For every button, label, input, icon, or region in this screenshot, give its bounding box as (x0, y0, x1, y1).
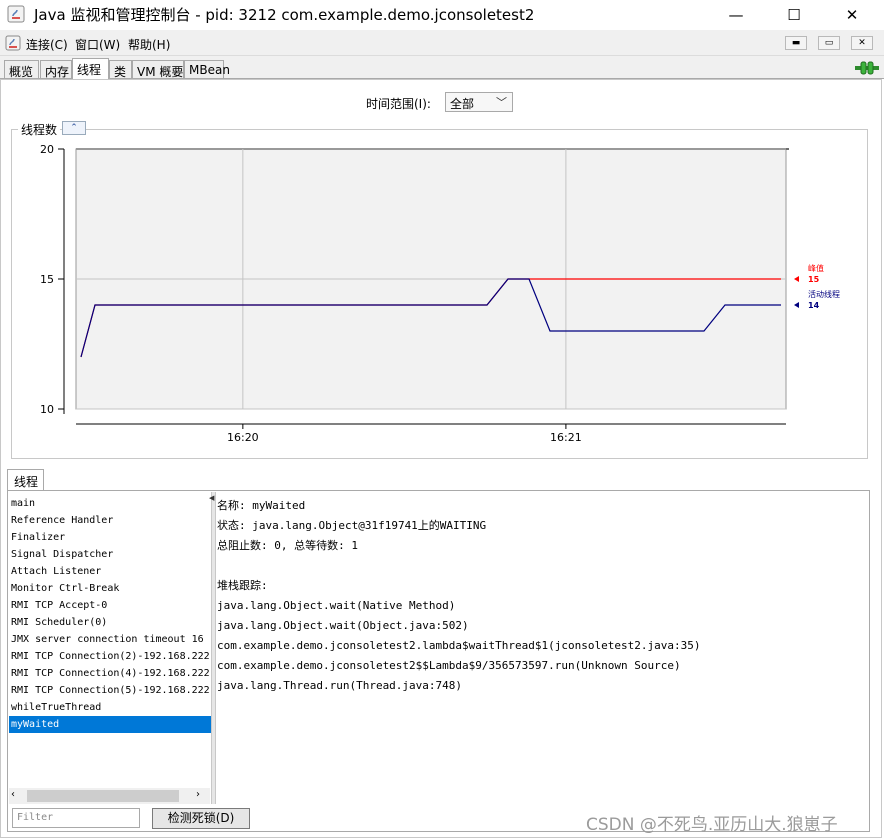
tab-classes[interactable]: 类 (109, 60, 132, 79)
tab-mbean[interactable]: MBean (184, 60, 230, 78)
thread-details: 名称: myWaited 状态: java.lang.Object@31f1974… (217, 496, 857, 696)
thread-list-item[interactable]: Attach Listener (9, 563, 211, 580)
threads-section-tab[interactable]: 线程 (7, 469, 44, 490)
minimize-button[interactable]: — (713, 0, 759, 30)
thread-detail-line: 总阻止数: 0, 总等待数: 1 (217, 539, 358, 552)
java-app-icon (7, 5, 25, 23)
menu-window[interactable]: 窗口(W) (75, 36, 120, 53)
thread-list-item[interactable]: RMI TCP Accept-0 (9, 597, 211, 614)
legend-marker (794, 276, 799, 282)
split-pane-divider[interactable] (211, 492, 216, 804)
y-tick-label: 15 (40, 273, 54, 286)
thread-detail-line: 状态: java.lang.Object@31f19741上的WAITING (217, 519, 487, 532)
legend-name: 峰值 (808, 263, 824, 273)
legend-marker (794, 302, 799, 308)
window-title: Java 监视和管理控制台 - pid: 3212 com.example.de… (34, 6, 535, 24)
thread-list-item[interactable]: RMI TCP Connection(4)-192.168.222 (9, 665, 211, 682)
thread-list-item[interactable]: Signal Dispatcher (9, 546, 211, 563)
connection-status-icon (855, 61, 879, 75)
tab-overview[interactable]: 概览 (4, 60, 39, 79)
thread-detail-line: 名称: myWaited (217, 499, 306, 512)
thread-list-item[interactable]: JMX server connection timeout 16 (9, 631, 211, 648)
watermark: CSDN @不死鸟.亚历山大.狼崽子 (586, 815, 838, 835)
detect-deadlock-button[interactable]: 检测死锁(D) (152, 808, 250, 829)
collapse-icon[interactable]: ⌃ (62, 121, 86, 135)
tab-vm-summary[interactable]: VM 概要 (132, 60, 184, 79)
thread-detail-line: java.lang.Object.wait(Object.java:502) (217, 619, 469, 632)
y-tick-label: 10 (40, 403, 54, 416)
time-range-label: 时间范围(I): (366, 97, 431, 111)
scrollbar-thumb[interactable] (27, 790, 179, 802)
thread-list-item[interactable]: main (9, 495, 211, 512)
thread-list-item[interactable]: Monitor Ctrl-Break (9, 580, 211, 597)
thread-count-chart: 20 15 10 16:20 16:21 峰值 15 活动线程 14 (40, 143, 840, 444)
menu-help[interactable]: 帮助(H) (128, 36, 170, 53)
tab-threads[interactable]: 线程 (72, 58, 109, 79)
collapse-left-icon[interactable]: ◀ (209, 494, 214, 502)
filter-input[interactable]: Filter (12, 808, 140, 828)
thread-list-item[interactable]: Reference Handler (9, 512, 211, 529)
java-menu-icon[interactable] (5, 35, 21, 51)
inner-close-button[interactable]: ✕ (851, 36, 873, 50)
tab-memory[interactable]: 内存 (40, 60, 72, 79)
thread-list-item[interactable]: myWaited (9, 716, 211, 733)
legend-current-value: 14 (808, 301, 820, 310)
x-tick-label: 16:21 (550, 431, 582, 444)
inner-restore-button[interactable]: ▭ (818, 36, 840, 50)
thread-list-item[interactable]: Finalizer (9, 529, 211, 546)
time-range-select[interactable]: 全部 ﹀ (445, 92, 513, 112)
thread-detail-line: com.example.demo.jconsoletest2.lambda$wa… (217, 639, 701, 652)
chevron-down-icon: ﹀ (496, 96, 507, 109)
thread-detail-line: 堆栈跟踪: (217, 579, 268, 592)
time-range-value: 全部 (450, 97, 475, 111)
legend-current-value: 15 (808, 275, 820, 284)
thread-detail-line: java.lang.Object.wait(Native Method) (217, 599, 456, 612)
menu-connection[interactable]: 连接(C) (26, 36, 68, 53)
x-tick-label: 16:20 (227, 431, 259, 444)
close-button[interactable]: ✕ (829, 0, 875, 30)
thread-list-item[interactable]: RMI TCP Connection(2)-192.168.222 (9, 648, 211, 665)
thread-list-item[interactable]: RMI TCP Connection(5)-192.168.222 (9, 682, 211, 699)
scroll-right-icon[interactable]: › (196, 789, 200, 800)
maximize-button[interactable]: ☐ (771, 0, 817, 30)
thread-list-item[interactable]: whileTrueThread (9, 699, 211, 716)
y-tick-label: 20 (40, 143, 54, 156)
thread-list[interactable]: main Reference Handler Finalizer Signal Dis… (9, 495, 211, 735)
inner-minimize-button[interactable]: ▬ (785, 36, 807, 50)
scroll-left-icon[interactable]: ‹ (11, 789, 15, 800)
legend-name: 活动线程 (808, 289, 840, 299)
thread-detail-line: java.lang.Thread.run(Thread.java:748) (217, 679, 463, 692)
thread-list-item[interactable]: RMI Scheduler(0) (9, 614, 211, 631)
thread-detail-line: com.example.demo.jconsoletest2$$Lambda$9… (217, 659, 681, 672)
thread-detail-line (217, 556, 857, 576)
chart-title: 线程数 (18, 121, 61, 138)
